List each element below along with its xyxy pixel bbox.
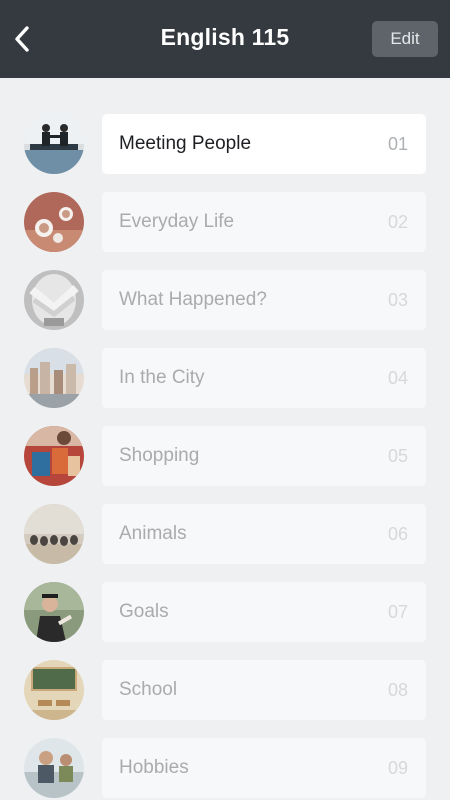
lesson-number: 01 (387, 134, 408, 154)
lesson-number: 05 (387, 446, 408, 466)
lesson-title: Shopping (119, 445, 200, 466)
lesson-thumbnail-what-happened (24, 270, 84, 330)
lesson-thumbnail-school (24, 660, 84, 720)
lesson-card[interactable]: What Happened? 03 (102, 270, 426, 330)
lesson-number: 03 (387, 290, 408, 310)
lesson-title: In the City (119, 367, 205, 388)
lesson-card[interactable]: School 08 (102, 660, 426, 720)
lesson-card[interactable]: Goals 07 (102, 582, 426, 642)
lesson-row: Animals 06 (0, 504, 450, 564)
lesson-title: What Happened? (119, 289, 267, 310)
lesson-thumbnail-meeting-people (24, 114, 84, 174)
top-navigation-bar: English 115 Edit (0, 0, 450, 78)
lesson-number: 09 (387, 758, 408, 778)
lesson-card[interactable]: Animals 06 (102, 504, 426, 564)
lesson-row: What Happened? 03 (0, 270, 450, 330)
lesson-number: 08 (387, 680, 408, 700)
lesson-thumbnail-hobbies (24, 738, 84, 798)
lesson-thumbnail-shopping (24, 426, 84, 486)
lesson-card[interactable]: Meeting People 01 (102, 114, 426, 174)
lesson-title: School (119, 679, 178, 700)
lesson-row: Meeting People 01 (0, 114, 450, 174)
lesson-row: In the City 04 (0, 348, 450, 408)
lesson-row: Shopping 05 (0, 426, 450, 486)
lesson-card[interactable]: Everyday Life 02 (102, 192, 426, 252)
lesson-card[interactable]: Shopping 05 (102, 426, 426, 486)
lesson-row: School 08 (0, 660, 450, 720)
lesson-title: Goals (119, 601, 169, 622)
lesson-card[interactable]: In the City 04 (102, 348, 426, 408)
lesson-number: 06 (387, 524, 408, 544)
lesson-number: 04 (387, 368, 408, 388)
edit-button[interactable]: Edit (372, 21, 438, 57)
lesson-thumbnail-everyday-life (24, 192, 84, 252)
lesson-title: Hobbies (119, 757, 189, 778)
lesson-title: Everyday Life (119, 211, 235, 232)
lesson-row: Goals 07 (0, 582, 450, 642)
lesson-row: Everyday Life 02 (0, 192, 450, 252)
lesson-row: Hobbies 09 (0, 738, 450, 798)
lesson-title: Meeting People (119, 133, 252, 154)
lesson-thumbnail-goals (24, 582, 84, 642)
lesson-card[interactable]: Hobbies 09 (102, 738, 426, 798)
lesson-title: Animals (119, 523, 187, 544)
lesson-number: 07 (387, 602, 408, 622)
lesson-thumbnail-in-the-city (24, 348, 84, 408)
lesson-number: 02 (387, 212, 408, 232)
lesson-thumbnail-animals (24, 504, 84, 564)
